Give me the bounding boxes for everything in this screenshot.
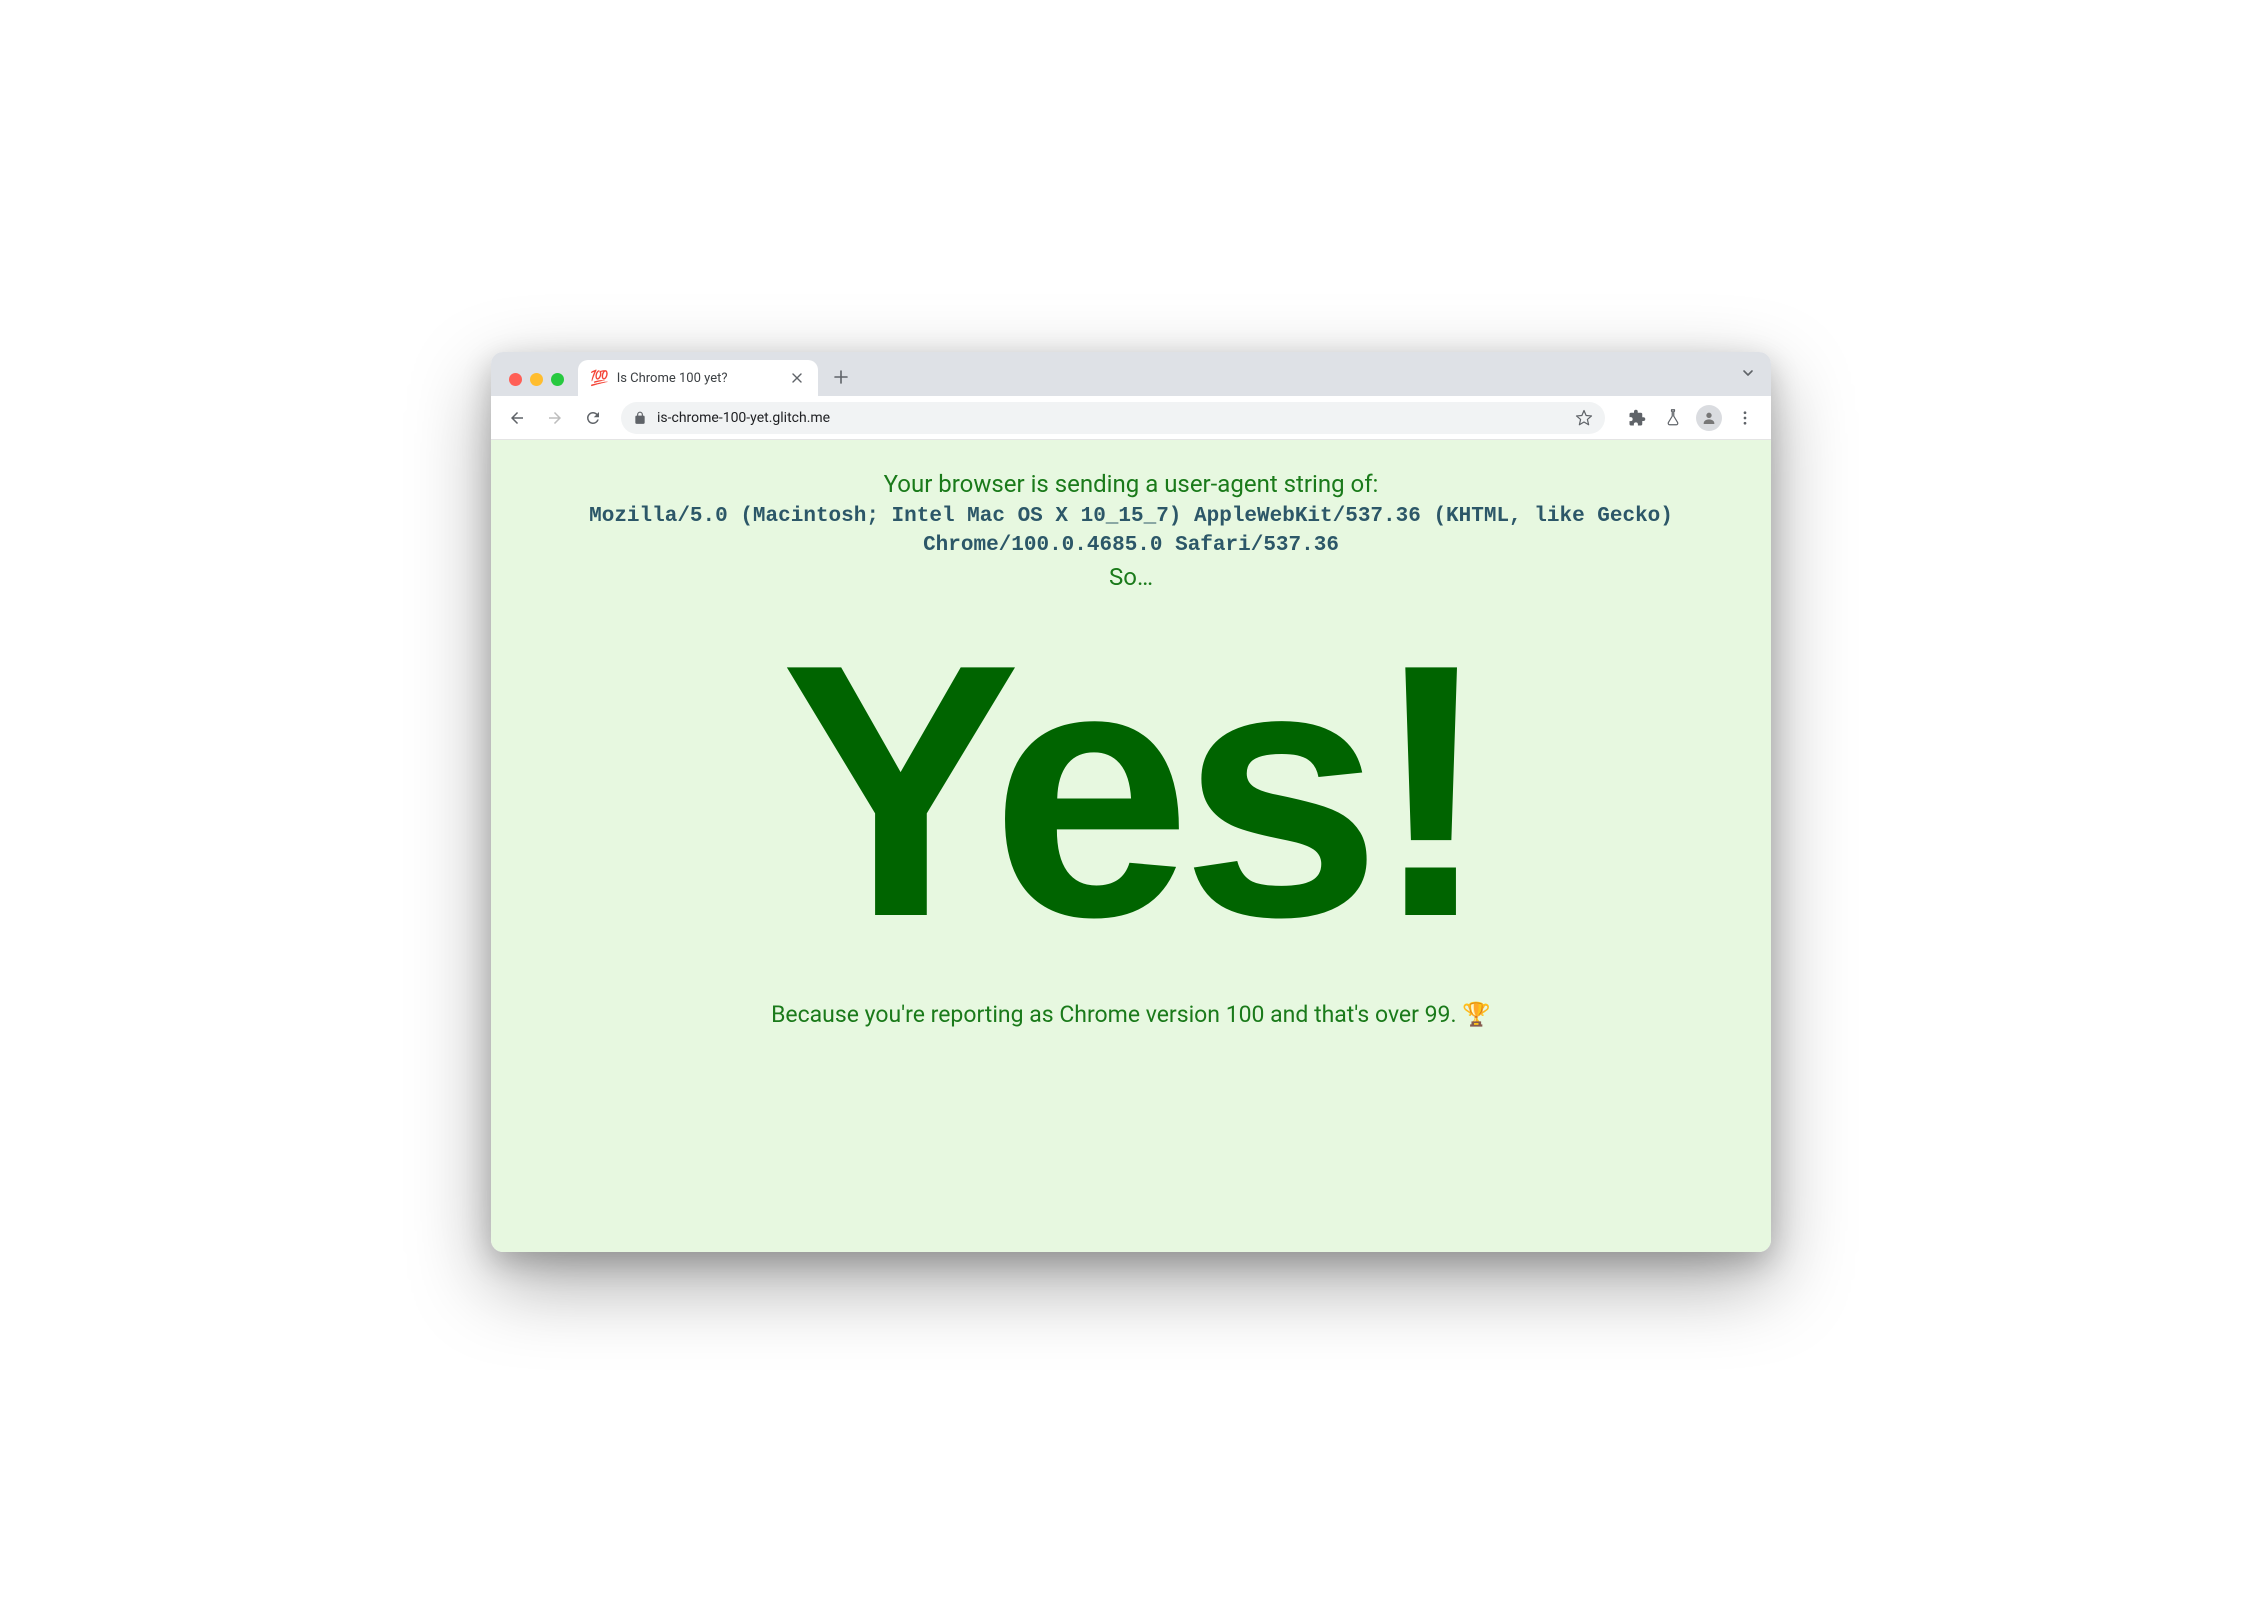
ua-intro-text: Your browser is sending a user-agent str… — [884, 470, 1379, 498]
page-content: Your browser is sending a user-agent str… — [491, 440, 1771, 1252]
toolbar: is-chrome-100-yet.glitch.me — [491, 396, 1771, 440]
menu-button[interactable] — [1729, 402, 1761, 434]
lock-icon — [633, 411, 647, 425]
back-button[interactable] — [501, 402, 533, 434]
close-tab-button[interactable] — [788, 369, 806, 387]
address-bar[interactable]: is-chrome-100-yet.glitch.me — [621, 402, 1605, 434]
maximize-window-button[interactable] — [551, 373, 564, 386]
tab-title: Is Chrome 100 yet? — [617, 371, 780, 386]
tab-favicon-icon: 💯 — [590, 371, 609, 386]
tab-strip: 💯 Is Chrome 100 yet? — [491, 352, 1771, 396]
user-agent-string: Mozilla/5.0 (Macintosh; Intel Mac OS X 1… — [541, 502, 1721, 561]
url-text: is-chrome-100-yet.glitch.me — [657, 410, 1565, 426]
answer-heading: Yes! — [781, 611, 1482, 971]
tab-search-button[interactable] — [1741, 366, 1755, 380]
browser-window: 💯 Is Chrome 100 yet? is-chrome-100-y — [491, 352, 1771, 1252]
close-window-button[interactable] — [509, 373, 522, 386]
extensions-button[interactable] — [1621, 402, 1653, 434]
so-text: So… — [1109, 563, 1153, 591]
toolbar-right — [1617, 402, 1761, 434]
window-controls — [501, 373, 572, 396]
minimize-window-button[interactable] — [530, 373, 543, 386]
avatar-icon — [1696, 405, 1722, 431]
reload-button[interactable] — [577, 402, 609, 434]
forward-button[interactable] — [539, 402, 571, 434]
explanation-text: Because you're reporting as Chrome versi… — [771, 1001, 1491, 1028]
browser-tab[interactable]: 💯 Is Chrome 100 yet? — [578, 360, 818, 396]
new-tab-button[interactable] — [826, 362, 856, 392]
labs-button[interactable] — [1657, 402, 1689, 434]
bookmark-button[interactable] — [1575, 409, 1593, 427]
profile-button[interactable] — [1693, 402, 1725, 434]
